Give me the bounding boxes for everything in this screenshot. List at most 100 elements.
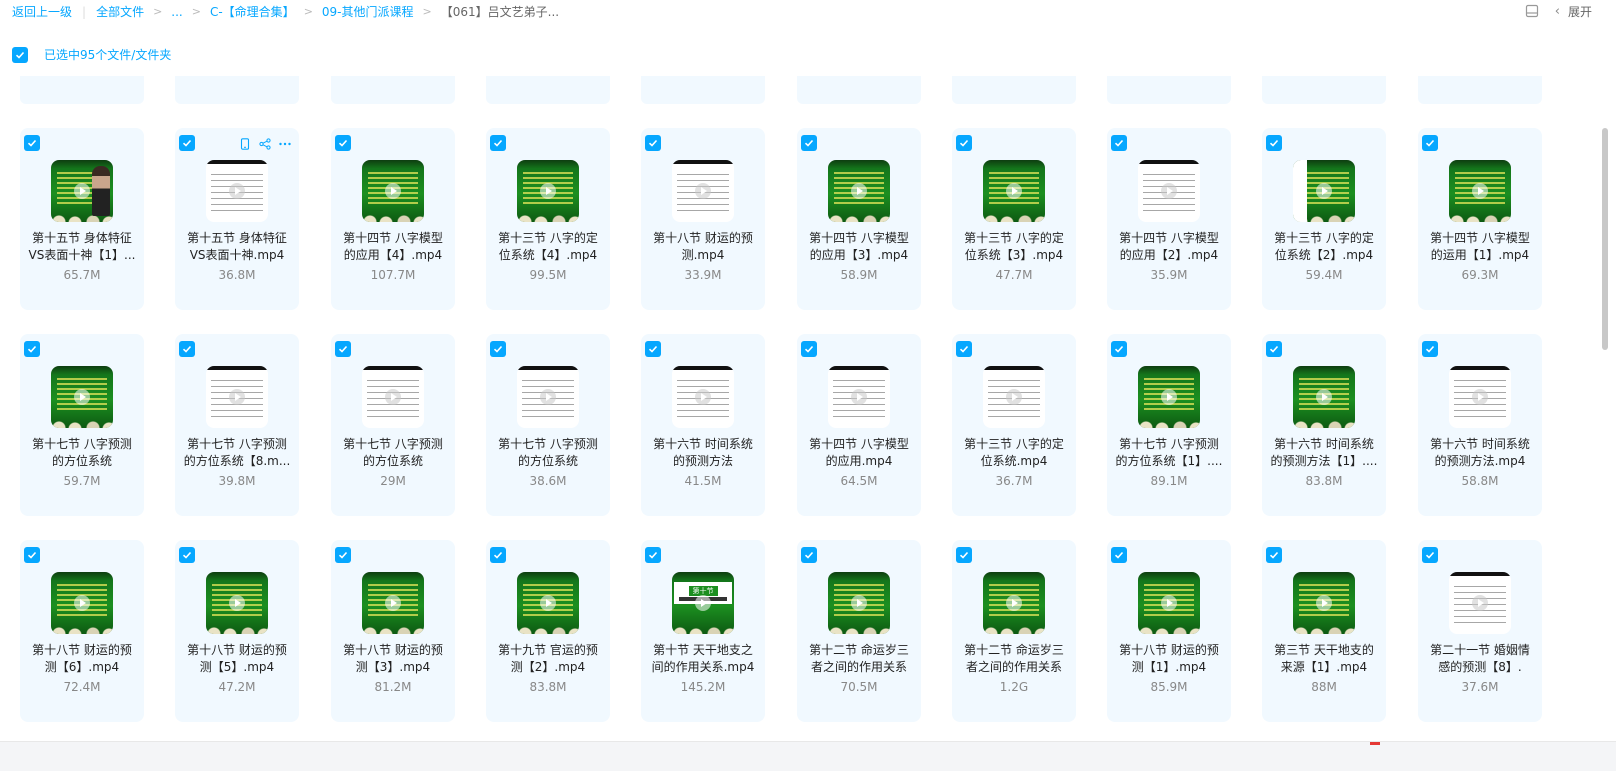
file-checkbox[interactable] (1422, 341, 1438, 357)
file-card[interactable]: 第十四节 八字模型的应用【3】.mp4 58.9M (797, 128, 921, 310)
video-thumbnail[interactable] (362, 572, 424, 634)
file-checkbox[interactable] (645, 135, 661, 151)
file-name[interactable]: 第十四节 八字模型的应用【2】.mp4 (1115, 230, 1223, 264)
video-thumbnail[interactable] (983, 366, 1045, 428)
file-name[interactable]: 第十四节 八字模型的应用【4】.mp4 (339, 230, 447, 264)
file-name[interactable]: 第十九节 官运的预测【2】.mp4 (494, 642, 602, 676)
file-checkbox[interactable] (1266, 341, 1282, 357)
file-checkbox[interactable] (801, 135, 817, 151)
file-checkbox[interactable] (335, 135, 351, 151)
file-card[interactable]: 第十六节 时间系统的预测方法.mp4 58.8M (1418, 334, 1542, 516)
file-checkbox[interactable] (24, 547, 40, 563)
file-checkbox[interactable] (1422, 135, 1438, 151)
file-name[interactable]: 第十八节 财运的预测【3】.mp4 (339, 642, 447, 676)
file-checkbox[interactable] (1266, 547, 1282, 563)
file-card[interactable]: 第十五节 身体特征VS表面十神【1】... 65.7M (20, 128, 144, 310)
file-name[interactable]: 第十七节 八字预测的方位系统 (339, 436, 447, 470)
file-card[interactable]: 第二十一节 婚姻情感的预测【8】. 37.6M (1418, 540, 1542, 722)
file-checkbox[interactable] (1422, 547, 1438, 563)
video-thumbnail[interactable] (1293, 160, 1355, 222)
file-checkbox[interactable] (490, 547, 506, 563)
file-card-partial[interactable] (20, 76, 144, 104)
file-name[interactable]: 第十三节 八字的定位系统【3】.mp4 (960, 230, 1068, 264)
file-checkbox[interactable] (24, 135, 40, 151)
select-all-checkbox[interactable] (12, 46, 28, 63)
file-card[interactable]: 第十七节 八字预测的方位系统 38.6M (486, 334, 610, 516)
file-card-partial[interactable] (331, 76, 455, 104)
file-name[interactable]: 第十八节 财运的预测【5】.mp4 (183, 642, 291, 676)
file-card-partial[interactable] (952, 76, 1076, 104)
file-card-partial[interactable] (1418, 76, 1542, 104)
scrollbar[interactable] (1602, 76, 1610, 741)
file-name[interactable]: 第十六节 时间系统的预测方法.mp4 (1426, 436, 1534, 470)
file-name[interactable]: 第十六节 时间系统的预测方法 (649, 436, 757, 470)
video-thumbnail[interactable] (1138, 366, 1200, 428)
video-thumbnail[interactable] (517, 366, 579, 428)
video-thumbnail[interactable] (51, 572, 113, 634)
video-thumbnail[interactable] (1449, 366, 1511, 428)
scrollbar-thumb[interactable] (1602, 128, 1608, 350)
file-card[interactable]: 第十四节 八字模型的应用【2】.mp4 35.9M (1107, 128, 1231, 310)
video-thumbnail[interactable] (828, 160, 890, 222)
video-thumbnail[interactable] (51, 366, 113, 428)
breadcrumb-folder-other[interactable]: 09-其他门派课程 (322, 3, 414, 20)
video-thumbnail[interactable] (1293, 572, 1355, 634)
file-card[interactable]: 第十三节 八字的定位系统【2】.mp4 59.4M (1262, 128, 1386, 310)
file-card[interactable]: 第十节 第十节 天干地支之间的作用关系.mp4 145.2M (641, 540, 765, 722)
file-name[interactable]: 第十四节 八字模型的应用.mp4 (805, 436, 913, 470)
file-name[interactable]: 第十三节 八字的定位系统.mp4 (960, 436, 1068, 470)
file-card[interactable]: 第十二节 命运岁三者之间的作用关系 70.5M (797, 540, 921, 722)
file-card[interactable]: 第十二节 命运岁三者之间的作用关系 1.2G (952, 540, 1076, 722)
video-thumbnail[interactable] (517, 572, 579, 634)
file-name[interactable]: 第十六节 时间系统的预测方法【1】.... (1270, 436, 1378, 470)
file-checkbox[interactable] (956, 547, 972, 563)
breadcrumb-folder-mingli[interactable]: C-【命理合集】 (210, 3, 295, 20)
file-card[interactable]: 第十四节 八字模型的应用.mp4 64.5M (797, 334, 921, 516)
file-card[interactable]: 第十六节 时间系统的预测方法【1】.... 83.8M (1262, 334, 1386, 516)
phone-icon[interactable] (237, 136, 253, 152)
more-icon[interactable] (277, 136, 293, 152)
video-thumbnail[interactable] (1138, 160, 1200, 222)
file-checkbox[interactable] (1111, 547, 1127, 563)
file-name[interactable]: 第十四节 八字模型的应用【3】.mp4 (805, 230, 913, 264)
file-name[interactable]: 第十八节 财运的预测.mp4 (649, 230, 757, 264)
video-thumbnail[interactable] (206, 366, 268, 428)
video-thumbnail[interactable] (206, 572, 268, 634)
file-checkbox[interactable] (179, 135, 195, 151)
expand-button[interactable]: ‹ 展开 (1555, 3, 1592, 20)
file-name[interactable]: 第十四节 八字模型的运用【1】.mp4 (1426, 230, 1534, 264)
file-checkbox[interactable] (490, 341, 506, 357)
file-card[interactable]: 第十七节 八字预测的方位系统 59.7M (20, 334, 144, 516)
file-card[interactable]: 第十八节 财运的预测【6】.mp4 72.4M (20, 540, 144, 722)
file-name[interactable]: 第十八节 财运的预测【6】.mp4 (28, 642, 136, 676)
share-icon[interactable] (257, 136, 273, 152)
file-checkbox[interactable] (956, 341, 972, 357)
file-card[interactable]: 第十七节 八字预测的方位系统【1】.... 89.1M (1107, 334, 1231, 516)
file-name[interactable]: 第二十一节 婚姻情感的预测【8】. (1426, 642, 1534, 676)
back-link[interactable]: 返回上一级 (12, 3, 72, 20)
file-card-partial[interactable] (641, 76, 765, 104)
file-checkbox[interactable] (1111, 135, 1127, 151)
file-checkbox[interactable] (1111, 341, 1127, 357)
file-checkbox[interactable] (24, 341, 40, 357)
file-name[interactable]: 第十七节 八字预测的方位系统【8.m... (183, 436, 291, 470)
file-card-partial[interactable] (175, 76, 299, 104)
video-thumbnail[interactable] (828, 572, 890, 634)
file-card[interactable]: 第十三节 八字的定位系统【3】.mp4 47.7M (952, 128, 1076, 310)
file-checkbox[interactable] (335, 341, 351, 357)
video-thumbnail[interactable] (672, 160, 734, 222)
video-thumbnail[interactable] (362, 160, 424, 222)
breadcrumb-all-files[interactable]: 全部文件 (96, 3, 144, 20)
video-thumbnail[interactable] (1449, 572, 1511, 634)
file-card[interactable]: 第十四节 八字模型的运用【1】.mp4 69.3M (1418, 128, 1542, 310)
file-card-partial[interactable] (486, 76, 610, 104)
file-card[interactable]: 第十四节 八字模型的应用【4】.mp4 107.7M (331, 128, 455, 310)
video-thumbnail[interactable] (1138, 572, 1200, 634)
video-thumbnail[interactable] (517, 160, 579, 222)
file-name[interactable]: 第三节 天干地支的来源【1】.mp4 (1270, 642, 1378, 676)
file-card[interactable]: 第十八节 财运的预测.mp4 33.9M (641, 128, 765, 310)
file-checkbox[interactable] (801, 341, 817, 357)
breadcrumb-ellipsis[interactable]: ... (171, 5, 182, 19)
file-checkbox[interactable] (1266, 135, 1282, 151)
file-checkbox[interactable] (956, 135, 972, 151)
